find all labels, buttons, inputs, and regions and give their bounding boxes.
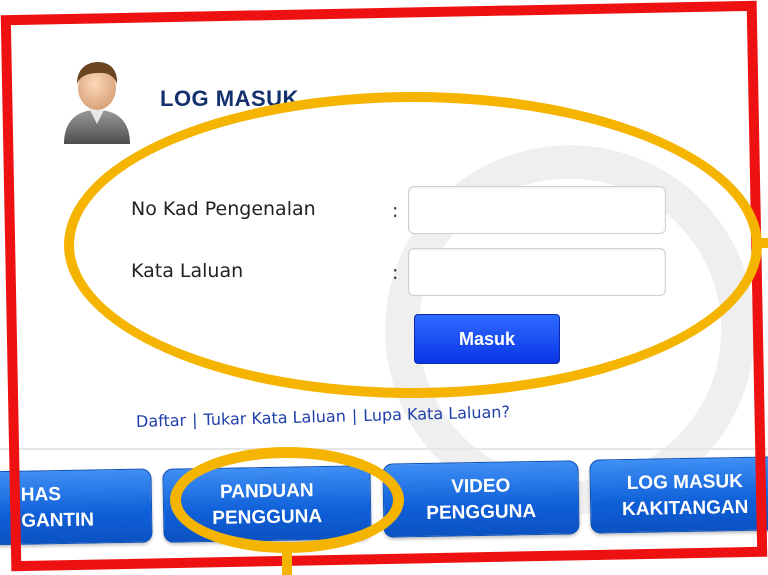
nav-button-label: PENGGUNA bbox=[212, 506, 323, 529]
nav-button-label: GANTIN bbox=[21, 509, 95, 532]
page-title: LOG MASUK bbox=[160, 86, 299, 111]
nav-button-video-pengguna[interactable]: VIDEO PENGGUNA bbox=[382, 460, 580, 538]
password-colon: : bbox=[392, 262, 399, 284]
user-avatar-icon bbox=[64, 62, 130, 144]
nav-button-label: HAS bbox=[20, 484, 62, 506]
register-link[interactable]: Daftar bbox=[136, 411, 187, 431]
nav-button-hasil-ganti[interactable]: HAS GANTIN bbox=[0, 468, 153, 546]
nav-button-log-masuk-kakitangan[interactable]: LOG MASUK KAKITANGAN bbox=[589, 456, 768, 534]
nav-button-label: KAKITANGAN bbox=[621, 496, 749, 521]
nav-button-label: PANDUAN bbox=[219, 480, 314, 503]
login-form-highlight-ellipse bbox=[64, 92, 762, 398]
link-separator: | bbox=[351, 406, 358, 426]
password-input[interactable] bbox=[408, 248, 666, 296]
divider bbox=[0, 448, 768, 450]
password-label: Kata Laluan bbox=[131, 260, 244, 282]
id-label: No Kad Pengenalan bbox=[131, 198, 316, 220]
login-button[interactable]: Masuk bbox=[414, 314, 560, 364]
nav-button-panduan-pengguna[interactable]: PANDUAN PENGGUNA bbox=[162, 465, 372, 543]
account-links: Daftar | Tukar Kata Laluan | Lupa Kata Lalua… bbox=[136, 402, 510, 431]
nav-button-label: PENGGUNA bbox=[426, 501, 537, 524]
nav-button-label: LOG MASUK bbox=[626, 470, 744, 495]
link-separator: | bbox=[191, 410, 198, 430]
id-colon: : bbox=[392, 200, 399, 222]
callout-line-right bbox=[754, 238, 768, 248]
login-panel: LOG MASUK No Kad Pengenalan : Kata Lalua… bbox=[0, 0, 768, 575]
forgot-password-link[interactable]: Lupa Kata Laluan? bbox=[363, 402, 510, 425]
id-number-input[interactable] bbox=[408, 186, 666, 234]
nav-button-label: VIDEO bbox=[451, 475, 511, 498]
change-password-link[interactable]: Tukar Kata Laluan bbox=[203, 407, 346, 430]
callout-line-bottom bbox=[282, 548, 292, 575]
